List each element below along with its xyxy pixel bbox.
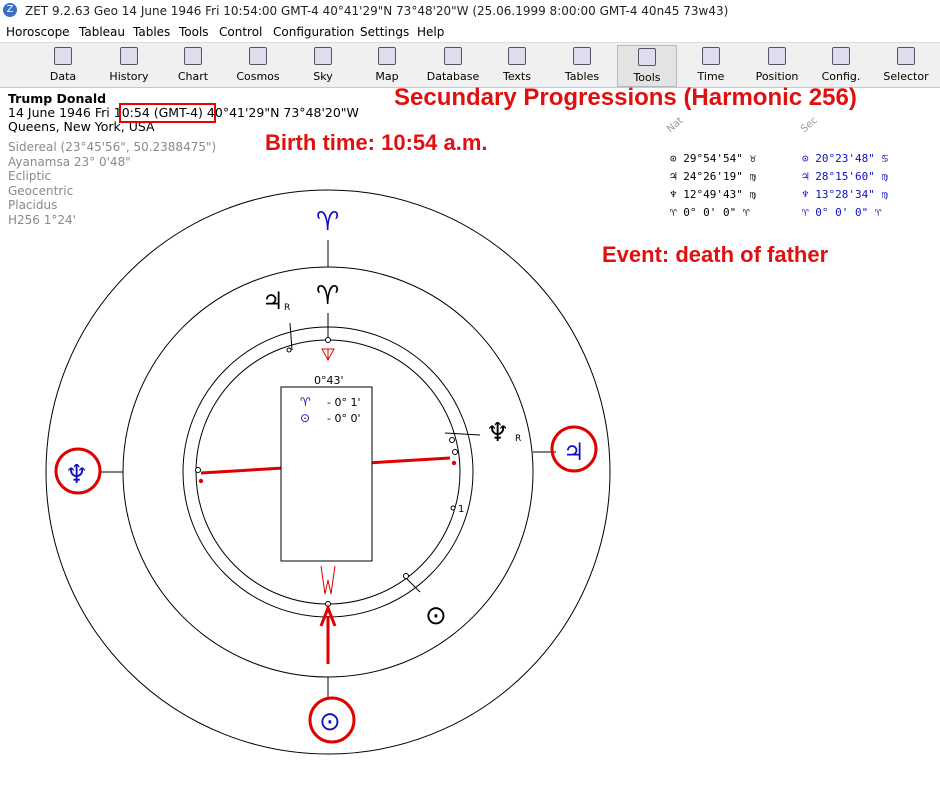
neptune-retro-label: R	[515, 434, 521, 444]
numeral-one-label: 1	[458, 504, 464, 515]
jupiter-retro-label: R	[284, 303, 290, 313]
west-marker	[195, 467, 201, 473]
aspect-end-dot	[198, 478, 204, 484]
outer-aries-icon: ♈	[316, 207, 339, 237]
aries-icon: ♈	[300, 395, 311, 409]
inner-neptune-icon: ♆	[486, 418, 509, 448]
horoscope-wheel: 0°43' ♈ - 0° 1' ⊙ - 0° 0' ♈ ♃ R ♆ R ⊙ 1 …	[45, 189, 611, 755]
aspect-end-dot	[451, 460, 457, 466]
neptune-inner-tick	[444, 432, 481, 436]
minor-marker	[450, 505, 456, 511]
outer-neptune-icon: ♆	[65, 460, 88, 490]
box-row-value: - 0° 0'	[327, 412, 360, 425]
box-row-value: - 0° 1'	[327, 396, 360, 409]
aries-marker	[325, 337, 331, 343]
outer-jupiter-icon: ♃	[563, 438, 585, 466]
jupiter-marker	[286, 347, 292, 353]
ic-arrow-icon	[320, 565, 336, 595]
inner-angle-label: 0°43'	[314, 374, 344, 387]
inner-aries-icon: ♈	[316, 281, 339, 311]
east-marker	[452, 449, 458, 455]
neptune-marker	[449, 437, 455, 443]
midheaven-arrow-icon	[321, 348, 335, 362]
sun-inner-marker	[403, 573, 409, 579]
inner-jupiter-icon: ♃	[262, 287, 284, 315]
outer-sun-icon: ⊙	[319, 707, 341, 737]
sun-icon: ⊙	[300, 411, 310, 425]
inner-sun-icon: ⊙	[425, 601, 447, 631]
